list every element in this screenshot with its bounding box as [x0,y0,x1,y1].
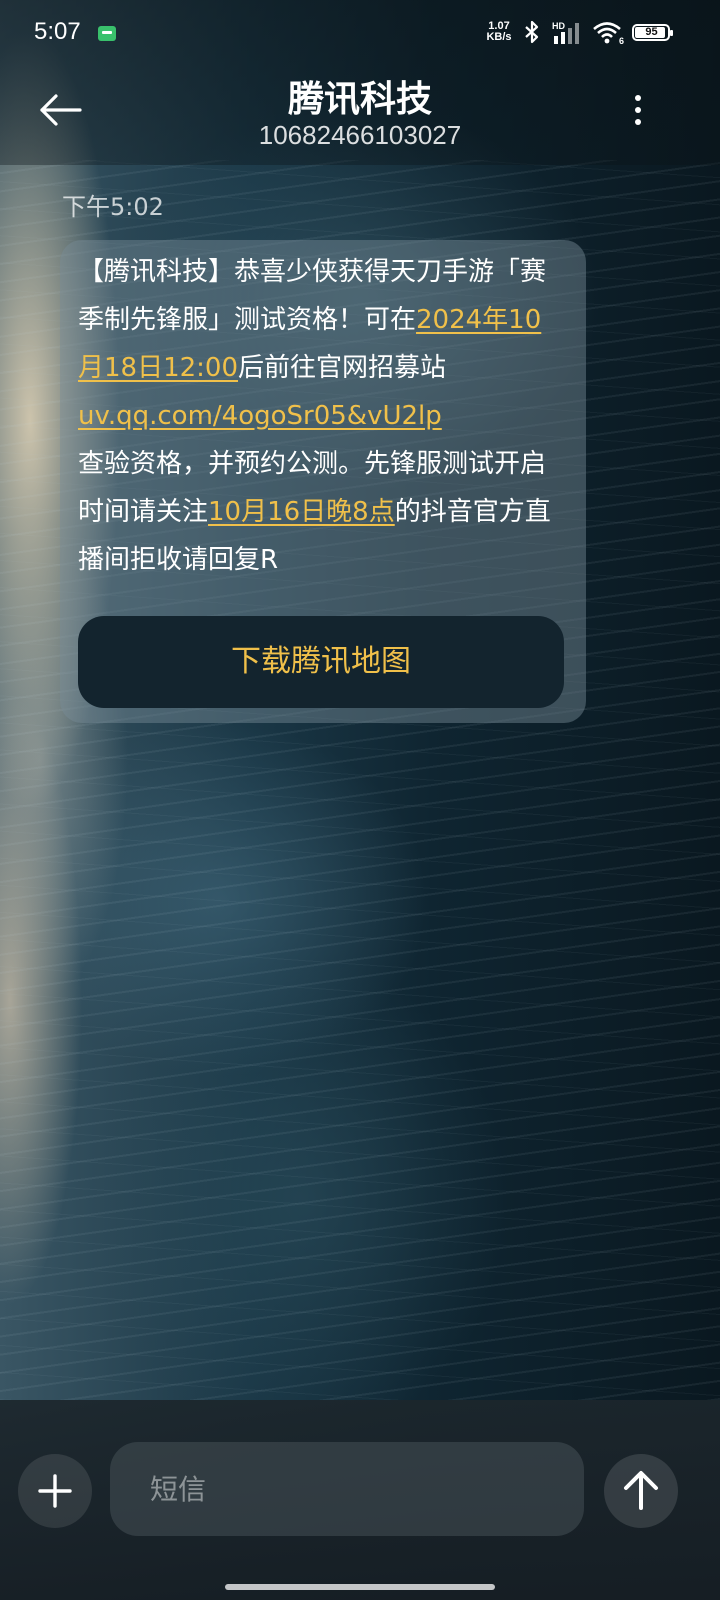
message-bubble: 【腾讯科技】恭喜少侠获得天刀手游「赛季制先锋服」测试资格！可在2024年10月1… [60,240,586,723]
message-notification-icon [98,26,116,41]
url-link[interactable]: uv.qq.com/4ogoSr05&vU2lp [78,401,442,431]
network-speed-unit: KB/s [486,31,512,43]
sender-number: 10682466103027 [258,120,462,150]
battery-level: 95 [645,26,658,38]
download-tencent-map-button[interactable]: 下载腾讯地图 [78,616,564,708]
plus-icon[interactable] [18,1454,92,1528]
network-speed: 1.07 KB/s [482,21,516,43]
send-arrow-icon[interactable] [604,1454,678,1528]
wifi-icon: 6 [593,22,624,45]
conversation-title: 腾讯科技 [287,79,432,120]
more-vert-icon[interactable] [628,92,648,132]
message-text: 【腾讯科技】恭喜少侠获得天刀手游「赛季制先锋服」测试资格！可在2024年10月1… [78,248,560,584]
wifi-label: 6 [619,36,624,45]
signal-hd-label: HD [552,21,565,31]
bluetooth-icon [525,20,539,44]
sms-input[interactable] [110,1442,584,1536]
status-time: 5:07 [34,18,81,45]
message-timestamp: 下午5:02 [62,193,164,221]
message-text-part2: 后前往官网招募站 [238,353,447,383]
home-indicator[interactable] [225,1584,495,1590]
status-bar: 5:07 1.07 KB/s HD 6 95 [0,0,720,64]
battery-icon: 95 [632,24,673,41]
time-link[interactable]: 10月16日晚8点 [208,497,395,527]
signal-icon: HD [552,21,579,44]
